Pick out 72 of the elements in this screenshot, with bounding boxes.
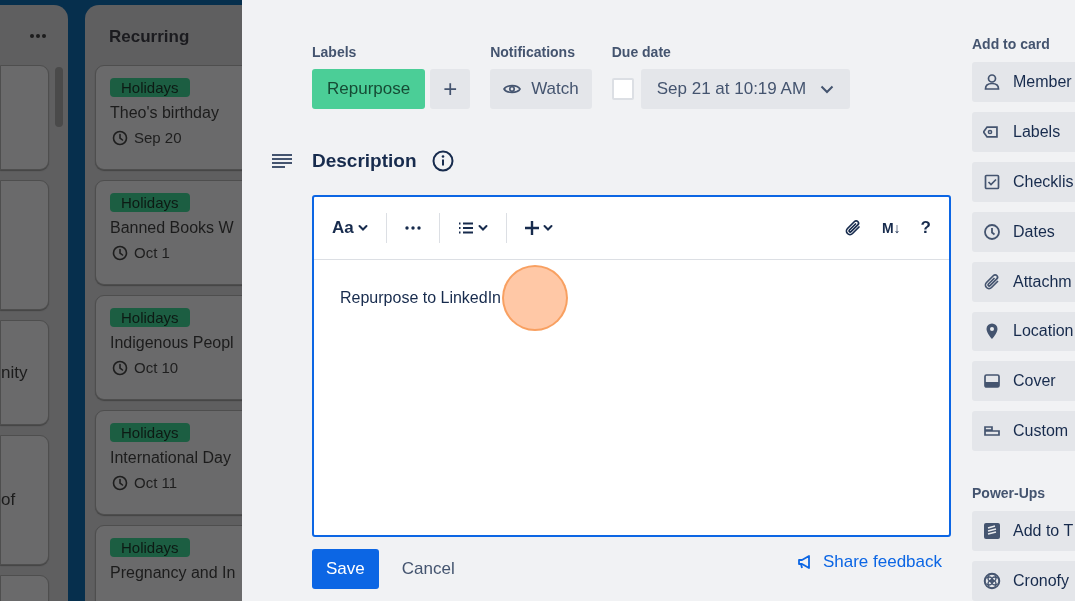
chevron-icon bbox=[357, 224, 368, 232]
sidebar-button[interactable]: Add to T bbox=[972, 511, 1075, 552]
list-icon bbox=[457, 222, 474, 234]
list-title: Recurring bbox=[109, 26, 190, 47]
sidebar-button[interactable]: Member bbox=[972, 62, 1075, 102]
chevron-icon bbox=[542, 224, 553, 232]
card-title: nity bbox=[1, 362, 28, 383]
due-date: Oct 1 bbox=[134, 244, 170, 261]
card-label: Holidays bbox=[110, 308, 190, 327]
card-label: Holidays bbox=[110, 423, 190, 442]
section-label: Due date bbox=[611, 44, 672, 60]
clock-icon bbox=[983, 222, 1001, 241]
paperclip-icon bbox=[983, 272, 1001, 291]
sidebar-button[interactable]: Cover bbox=[972, 361, 1075, 402]
card-title: Theo's birthday bbox=[110, 103, 220, 123]
description-text: Repurpose to LinkedIn bbox=[340, 289, 501, 306]
add-label-button[interactable]: + bbox=[430, 69, 471, 109]
clock-icon bbox=[112, 244, 128, 261]
clock-icon bbox=[112, 359, 128, 376]
paperclip-icon bbox=[843, 219, 862, 237]
card-title: International Day bbox=[110, 448, 232, 468]
watch-button[interactable]: Watch bbox=[490, 69, 592, 109]
person-icon bbox=[983, 72, 1001, 91]
clock-icon bbox=[112, 474, 128, 491]
help-button[interactable]: ? bbox=[912, 212, 939, 244]
sidebar-button[interactable]: Dates bbox=[972, 211, 1075, 252]
text-style-button[interactable]: Aa bbox=[324, 212, 376, 244]
more-dots-icon bbox=[29, 33, 47, 39]
card-label: Holidays bbox=[110, 538, 190, 557]
card-label: Holidays bbox=[110, 193, 190, 212]
description-editor[interactable]: Aa M↓ ? Repurpose to LinkedIn bbox=[312, 195, 951, 537]
sidebar-button[interactable]: Attachm bbox=[972, 261, 1075, 302]
section-label: Labels bbox=[312, 44, 358, 60]
due-date: Oct 11 bbox=[134, 474, 178, 491]
stack-icon bbox=[983, 522, 1001, 541]
section-label: Add to card bbox=[972, 36, 1051, 52]
card-title: Indigenous Peopl bbox=[110, 333, 235, 353]
eye-icon bbox=[503, 83, 522, 95]
checkbox-icon bbox=[983, 172, 1001, 191]
section-label: Notifications bbox=[490, 44, 576, 60]
cover-icon bbox=[983, 372, 1001, 391]
plus-icon bbox=[524, 221, 539, 235]
card-title: of bbox=[1, 490, 16, 510]
info-icon bbox=[431, 150, 454, 172]
cancel-button[interactable]: Cancel bbox=[385, 549, 471, 589]
sidebar-button[interactable]: Custom bbox=[972, 411, 1075, 452]
card-title: Banned Books W bbox=[110, 218, 235, 238]
megaphone-icon bbox=[796, 554, 813, 570]
sidebar-button[interactable]: Location bbox=[972, 311, 1075, 352]
due-date: Oct 10 bbox=[134, 359, 179, 376]
due-date-checkbox[interactable] bbox=[611, 78, 634, 100]
due-date: Sep 20 bbox=[134, 129, 182, 146]
sidebar-button[interactable]: Cronofy bbox=[972, 561, 1075, 601]
sidebar-button[interactable]: Labels bbox=[972, 111, 1075, 152]
share-feedback-link[interactable]: Share feedback bbox=[796, 552, 951, 572]
card-title: Pregnancy and In bbox=[110, 563, 237, 583]
due-date-dropdown[interactable]: Sep 21 at 10:19 AM bbox=[640, 69, 851, 109]
chevron-icon bbox=[820, 84, 835, 94]
card[interactable] bbox=[0, 65, 49, 170]
card[interactable] bbox=[0, 180, 49, 310]
save-button[interactable]: Save bbox=[312, 549, 379, 589]
section-title: Description bbox=[312, 150, 417, 172]
clock-icon bbox=[112, 129, 128, 146]
description-icon bbox=[271, 153, 293, 169]
section-label: Power-Ups bbox=[972, 485, 1047, 502]
chevron-icon bbox=[477, 224, 488, 232]
label-chip[interactable]: Repurpose bbox=[312, 69, 426, 109]
card-label: Holidays bbox=[110, 78, 190, 97]
sidebar-button[interactable]: Checklis bbox=[972, 161, 1075, 202]
flower-icon bbox=[983, 572, 1001, 591]
markdown-button[interactable]: M↓ bbox=[873, 212, 909, 244]
more-dots-icon bbox=[404, 226, 421, 230]
